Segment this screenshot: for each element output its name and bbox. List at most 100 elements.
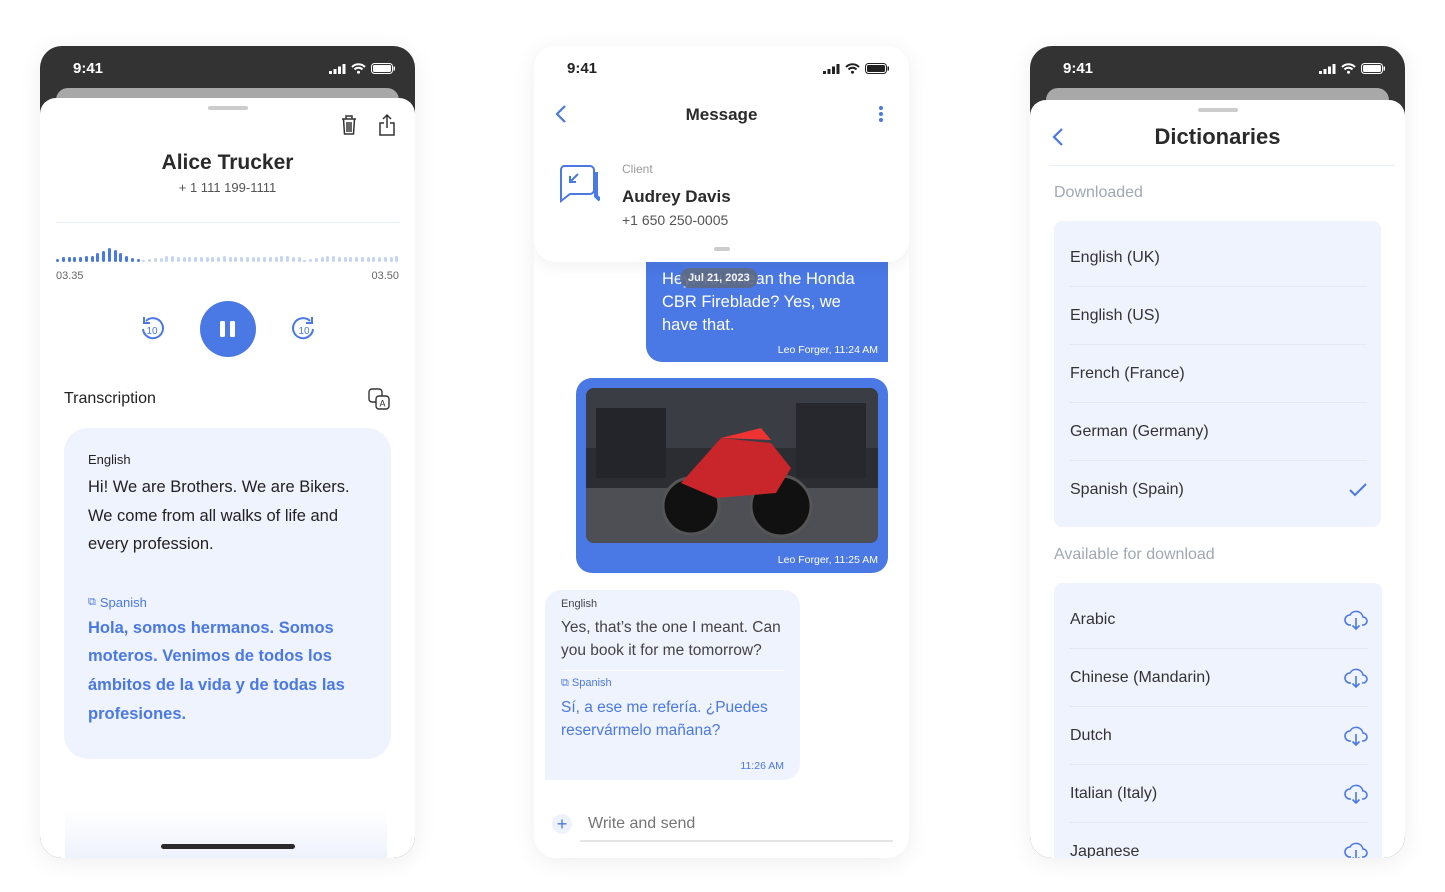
waveform-bar bbox=[67, 257, 71, 262]
more-icon[interactable] bbox=[878, 105, 884, 123]
waveform-bar bbox=[349, 257, 353, 262]
waveform-bar bbox=[303, 260, 307, 262]
battery-icon bbox=[371, 63, 395, 74]
motorcycle-photo[interactable] bbox=[586, 388, 878, 543]
incoming-message-icon bbox=[560, 165, 600, 204]
page-title: Dictionaries bbox=[1154, 124, 1281, 149]
status-icons bbox=[1319, 63, 1385, 74]
pause-icon bbox=[220, 321, 235, 337]
home-indicator bbox=[161, 844, 295, 849]
translate-icon: ⧉ bbox=[88, 595, 96, 608]
waveform-bar bbox=[389, 257, 393, 262]
dictionary-label: Italian (Italy) bbox=[1070, 785, 1158, 802]
waveform-bar bbox=[56, 259, 59, 262]
waveform-bar bbox=[245, 257, 249, 262]
cloud-download-icon[interactable] bbox=[1344, 783, 1368, 805]
dictionary-item[interactable]: French (France) bbox=[1070, 345, 1367, 403]
dictionary-label: Chinese (Mandarin) bbox=[1070, 669, 1211, 686]
dictionary-item[interactable]: Japanese bbox=[1070, 823, 1368, 858]
waveform-bar bbox=[378, 257, 381, 262]
waveform-bar bbox=[343, 257, 347, 262]
dictionary-item[interactable]: Spanish (Spain) bbox=[1070, 461, 1367, 519]
contact-name: Alice Trucker bbox=[161, 151, 294, 174]
waveform-bar bbox=[211, 257, 215, 262]
dictionary-label: Dutch bbox=[1070, 727, 1112, 744]
dictionary-item[interactable]: Dutch bbox=[1070, 707, 1368, 765]
wifi-icon bbox=[845, 63, 860, 74]
waveform-bar bbox=[188, 257, 192, 262]
message-input[interactable] bbox=[580, 808, 893, 842]
cloud-download-icon[interactable] bbox=[1344, 725, 1368, 747]
dictionary-item[interactable]: Chinese (Mandarin) bbox=[1070, 649, 1368, 707]
waveform-bar bbox=[240, 257, 243, 262]
image-message[interactable]: Leo Forger, 11:25 AM bbox=[576, 378, 888, 573]
time-total: 03.50 bbox=[371, 270, 399, 282]
svg-text:A: A bbox=[379, 399, 385, 409]
dictionary-label: English (UK) bbox=[1070, 249, 1160, 266]
add-attachment-button[interactable]: + bbox=[552, 814, 572, 834]
signal-icon bbox=[823, 63, 840, 74]
source-language: English bbox=[88, 452, 131, 467]
status-icons bbox=[823, 63, 889, 74]
translated-text: Sí, a ese me refería. ¿Puedes reservárme… bbox=[561, 699, 768, 739]
waveform-scrubber[interactable] bbox=[56, 246, 399, 262]
waveform-bar bbox=[194, 257, 197, 262]
status-time: 9:41 bbox=[1063, 60, 1094, 77]
waveform-bar bbox=[61, 257, 65, 262]
rewind-10-icon[interactable]: 10 bbox=[140, 315, 164, 341]
dictionary-label: Arabic bbox=[1070, 611, 1116, 628]
waveform-bar bbox=[142, 260, 146, 262]
dictionary-item[interactable]: English (UK) bbox=[1070, 229, 1367, 287]
status-icons bbox=[329, 63, 395, 74]
time-elapsed: 03.35 bbox=[56, 270, 84, 282]
dictionary-item[interactable]: German (Germany) bbox=[1070, 403, 1367, 461]
waveform-bar bbox=[314, 258, 318, 262]
dictionary-item[interactable]: Arabic bbox=[1070, 591, 1368, 649]
waveform-bar bbox=[148, 259, 151, 262]
battery-icon bbox=[865, 63, 889, 74]
signal-icon bbox=[1319, 63, 1336, 74]
waveform-bar bbox=[217, 257, 220, 262]
trash-icon[interactable] bbox=[340, 114, 358, 136]
contact-name: Audrey Davis bbox=[622, 187, 731, 206]
available-heading: Available for download bbox=[1054, 546, 1215, 563]
waveform-bar bbox=[125, 256, 128, 262]
dictionary-item[interactable]: English (US) bbox=[1070, 287, 1367, 345]
waveform-bar bbox=[136, 259, 140, 262]
page-title: Message bbox=[685, 105, 758, 124]
target-language: Spanish bbox=[99, 594, 147, 610]
forward-10-icon[interactable]: 10 bbox=[292, 315, 316, 341]
battery-icon bbox=[1361, 63, 1385, 74]
waveform-bar bbox=[96, 253, 100, 262]
translated-text: Hola, somos hermanos. Somos moteros. Ven… bbox=[88, 618, 345, 723]
share-icon[interactable] bbox=[378, 113, 396, 137]
waveform-bar bbox=[360, 257, 364, 262]
dictionary-label: German (Germany) bbox=[1070, 423, 1209, 440]
waveform-bar bbox=[90, 256, 94, 262]
waveform-bar bbox=[165, 256, 169, 262]
cloud-download-icon[interactable] bbox=[1344, 667, 1368, 689]
contact-phone: + 1 111 199-1111 bbox=[178, 180, 277, 195]
waveform-bar bbox=[286, 256, 289, 262]
incoming-message: English Yes, that’s the one I meant. Can… bbox=[545, 590, 800, 780]
message-time: 11:26 AM bbox=[740, 760, 784, 772]
pause-button[interactable] bbox=[200, 301, 256, 357]
svg-text:10: 10 bbox=[298, 326, 310, 337]
cloud-download-icon[interactable] bbox=[1344, 609, 1368, 631]
date-pill: Jul 21, 2023 bbox=[680, 268, 758, 288]
waveform-bar bbox=[113, 250, 117, 262]
transcription-heading: Transcription bbox=[64, 390, 156, 407]
contact-phone: +1 650 250-0005 bbox=[622, 212, 729, 228]
status-time: 9:41 bbox=[567, 60, 598, 77]
dictionary-label: French (France) bbox=[1070, 365, 1185, 382]
waveform-bar bbox=[372, 257, 376, 262]
translate-icon[interactable]: A bbox=[368, 388, 390, 410]
waveform-bar bbox=[73, 257, 77, 262]
waveform-bar bbox=[263, 257, 266, 262]
cloud-download-icon[interactable] bbox=[1344, 841, 1368, 858]
message-meta: Leo Forger, 11:24 AM bbox=[777, 344, 878, 356]
dictionary-item[interactable]: Italian (Italy) bbox=[1070, 765, 1368, 823]
recording-screen: 9:41 Alice Trucker + 1 111 199-1111 03.3… bbox=[40, 46, 415, 858]
contact-role: Client bbox=[622, 162, 653, 176]
waveform-bar bbox=[257, 257, 261, 262]
